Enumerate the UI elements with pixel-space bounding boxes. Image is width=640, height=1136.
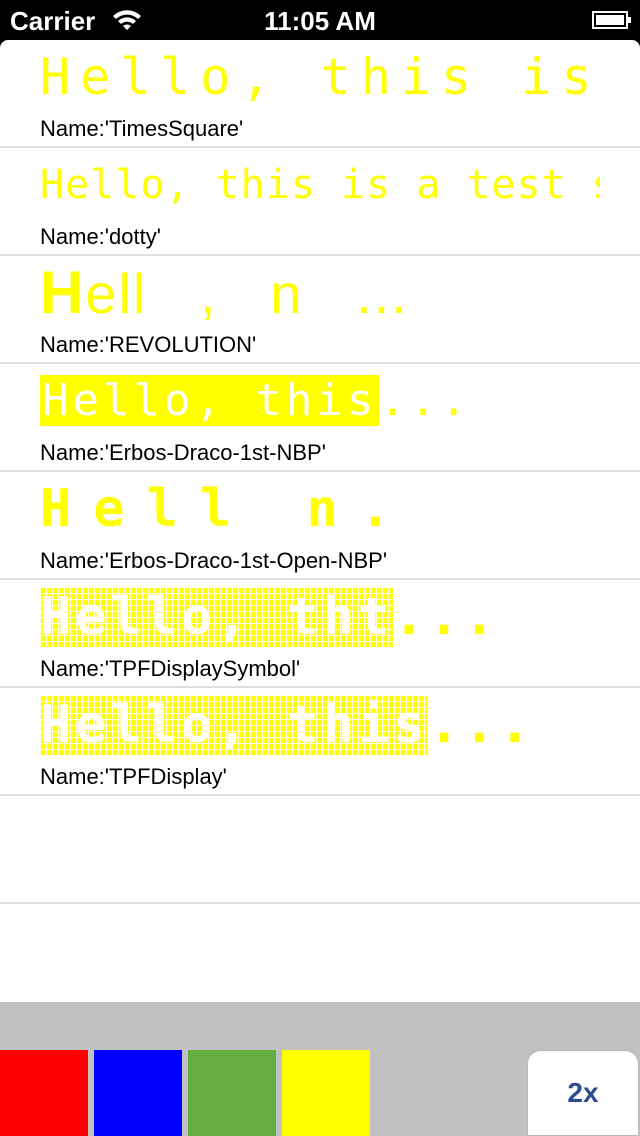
font-name-label: Name:'TPFDisplaySymbol' [40,656,301,681]
font-sample-initial: H [40,262,86,324]
zoom-2x-button[interactable]: 2x [527,1050,639,1136]
font-row-tpfdisplay[interactable]: Hello, this... Name:'TPFDisplay' [0,688,640,796]
bottom-toolbar: 2x [0,1002,640,1136]
color-swatch-blue[interactable] [94,1050,182,1136]
font-sample: Hell n. [40,479,414,539]
font-row-dotty[interactable]: Hello, this is a test string Name:'dotty… [0,148,640,256]
font-name-label: Name:'REVOLUTION' [40,332,257,357]
font-sample-rest: ... [428,695,535,755]
font-name-label: Name:'TPFDisplay' [40,764,227,789]
empty-row [0,796,640,904]
font-row-erbos-draco-open[interactable]: Hell n. Name:'Erbos-Draco-1st-Open-NBP' [0,472,640,580]
font-list[interactable]: Hello, this is a... Name:'TimesSquare' H… [0,40,640,1002]
font-name-label: Name:'dotty' [40,224,161,249]
font-row-revolution[interactable]: Hell , n ... Name:'REVOLUTION' [0,256,640,364]
font-sample: Hello, this... [40,370,600,432]
color-swatch-green[interactable] [188,1050,276,1136]
color-swatch-red[interactable] [0,1050,88,1136]
color-swatch-yellow[interactable] [282,1050,370,1136]
status-bar: Carrier 11:05 AM [0,0,640,40]
battery-icon [592,11,631,29]
font-name-label: Name:'Erbos-Draco-1st-Open-NBP' [40,548,388,573]
font-sample: Hello, this is a test string [40,162,600,208]
clock-time: 11:05 AM [264,6,376,36]
font-row-erbos-draco[interactable]: Hello, this... Name:'Erbos-Draco-1st-NBP… [0,364,640,472]
font-sample-rest: ... [393,587,499,647]
font-sample: Hello, this is a... [40,48,600,106]
font-sample-rest: ... [379,375,471,426]
font-name-label: Name:'TimesSquare' [40,116,244,141]
font-sample-rest: ell , n ... [85,262,409,325]
font-sample: Hell , n ... [40,262,600,324]
font-sample-highlighted: Hello, this [40,695,429,755]
font-name-label: Name:'Erbos-Draco-1st-NBP' [40,440,326,465]
font-row-timessquare[interactable]: Hello, this is a... Name:'TimesSquare' [0,40,640,148]
font-sample: Hello, this... [40,694,600,756]
zoom-button-label: 2x [567,1077,599,1108]
font-sample-highlighted: Hello, tht [40,587,394,647]
font-row-tpfdisplaysymbol[interactable]: Hello, tht... Name:'TPFDisplaySymbol' [0,580,640,688]
font-sample: Hello, tht... [40,586,600,648]
font-sample-highlighted: Hello, this [40,375,380,426]
